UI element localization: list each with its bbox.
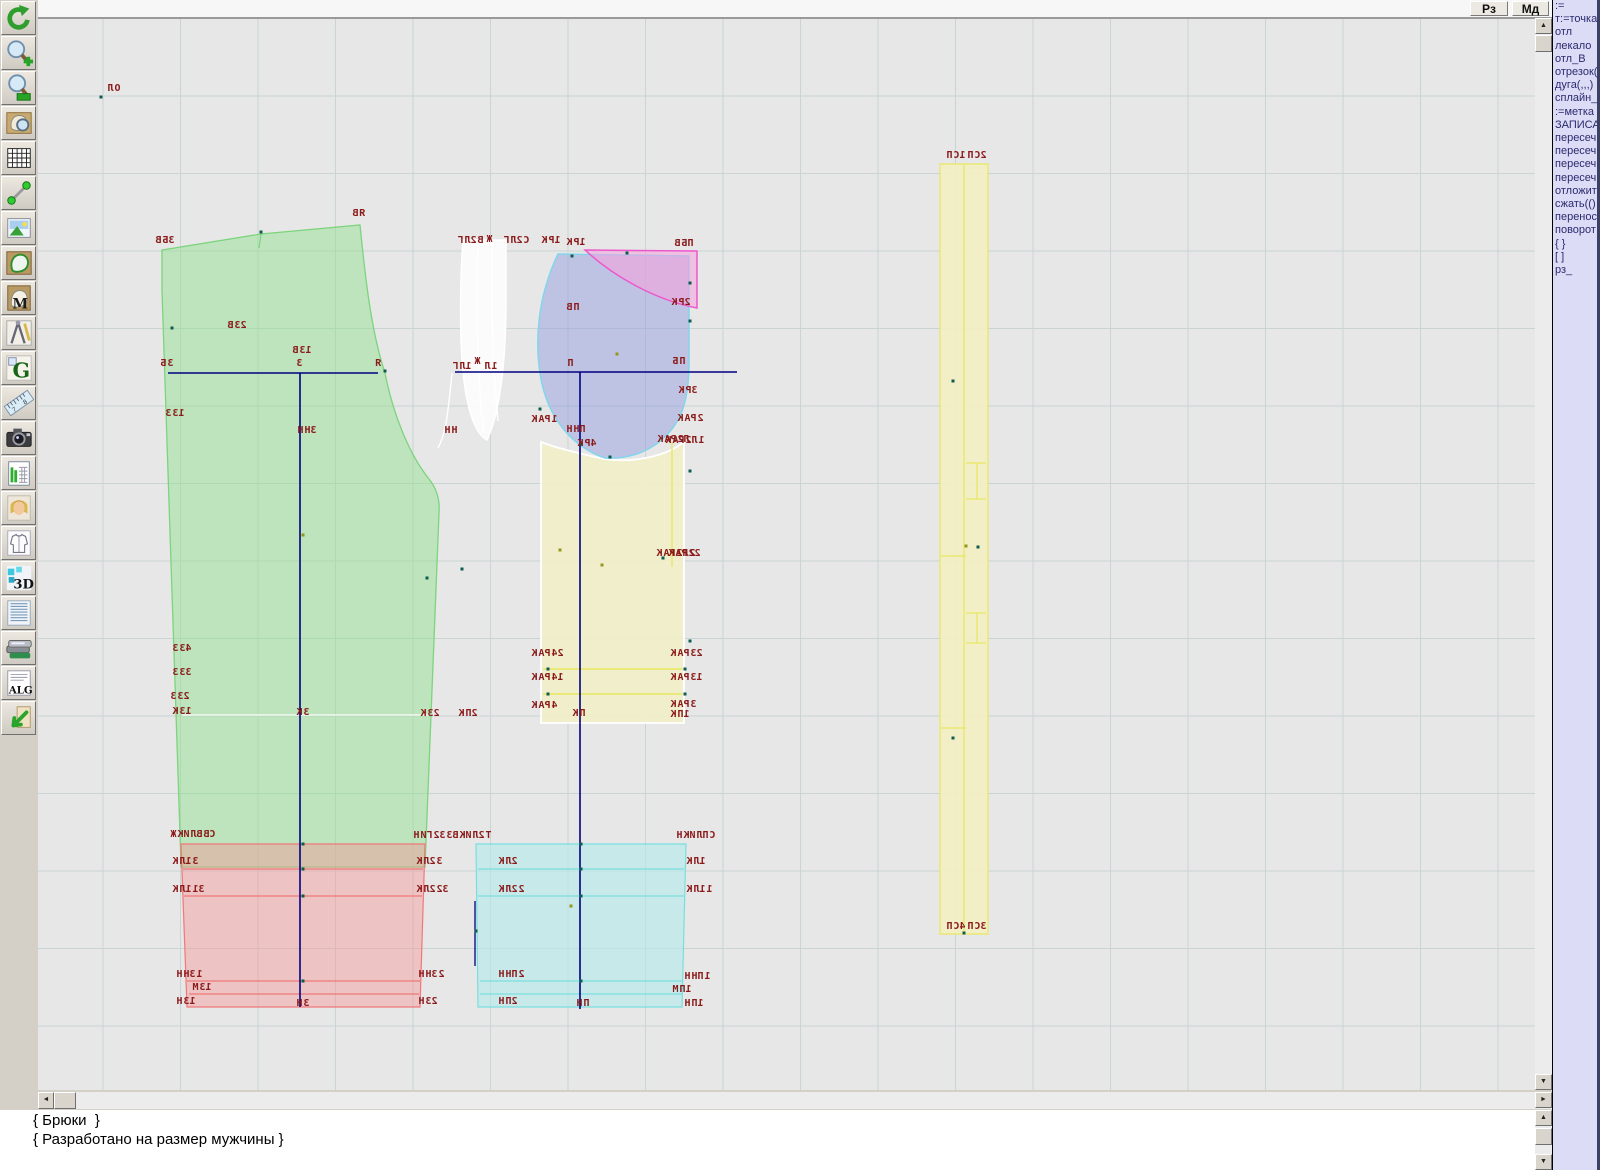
command-item[interactable]: рз_ <box>1553 264 1597 277</box>
garment-sketch-icon <box>4 528 34 558</box>
grid-icon <box>4 143 34 173</box>
zoom-out-button[interactable] <box>1 71 36 105</box>
command-item[interactable]: сжать(() <box>1553 198 1597 211</box>
zoom-out-icon <box>4 73 34 103</box>
size-list-button[interactable] <box>1 596 36 630</box>
command-item[interactable]: отл <box>1553 26 1597 39</box>
drafting-compass-icon <box>4 318 34 348</box>
plotter-icon <box>4 633 34 663</box>
garment-sketch-button[interactable] <box>1 526 36 560</box>
scroll-up-icon[interactable] <box>1535 18 1552 34</box>
pocket-piece[interactable] <box>541 442 684 723</box>
command-item[interactable]: дуга(,,,) <box>1553 79 1597 92</box>
command-item[interactable]: ЗАПИСА <box>1553 119 1597 132</box>
md-mode-button[interactable]: Мд <box>1512 1 1549 16</box>
grading-g-icon: G <box>4 353 34 383</box>
image-icon <box>4 213 34 243</box>
top-bar: Рз Мд <box>38 0 1552 18</box>
command-list-panel: :=т:=точкаотллекалоотл_Вотрезок(дуга(,,,… <box>1552 0 1600 1170</box>
canvas-hscroll-thumb[interactable] <box>54 1092 76 1109</box>
measure-tool-button[interactable] <box>1 176 36 210</box>
ruler-button[interactable]: 78 <box>1 386 36 420</box>
canvas-vscroll-thumb[interactable] <box>1535 35 1552 52</box>
canvas-vertical-scrollbar[interactable] <box>1535 18 1552 1090</box>
plotter-button[interactable] <box>1 631 36 665</box>
camera-icon <box>4 423 34 453</box>
export-button[interactable] <box>1 701 36 735</box>
image-button[interactable] <box>1 211 36 245</box>
command-item[interactable]: { } <box>1553 238 1597 251</box>
rz-mode-button[interactable]: Рз <box>1470 1 1508 16</box>
command-item[interactable]: отл_В <box>1553 53 1597 66</box>
command-item[interactable]: сплайн_ <box>1553 92 1597 105</box>
svg-text:G: G <box>12 358 30 382</box>
model-photo-button[interactable] <box>1 491 36 525</box>
command-item[interactable]: пересеч <box>1553 158 1597 171</box>
command-item[interactable]: лекало <box>1553 40 1597 53</box>
spec-table-button[interactable] <box>1 456 36 490</box>
command-item[interactable]: поворот <box>1553 224 1597 237</box>
grid-button[interactable] <box>1 141 36 175</box>
fly-piece[interactable] <box>461 240 506 440</box>
drafting-compass-button[interactable] <box>1 316 36 350</box>
console-line: { Брюки } <box>0 1110 1535 1129</box>
svg-text:ALG: ALG <box>7 684 32 696</box>
scroll-down-icon[interactable] <box>1535 1154 1552 1170</box>
pattern-piece-button[interactable] <box>1 246 36 280</box>
view-piece-button[interactable] <box>1 106 36 140</box>
undo-button[interactable] <box>1 1 36 35</box>
command-item[interactable]: пересеч <box>1553 145 1597 158</box>
tool-palette: M G 78 3D ALG <box>0 0 38 1090</box>
scroll-right-icon[interactable] <box>1535 1092 1552 1108</box>
grading-g-button[interactable]: G <box>1 351 36 385</box>
canvas-horizontal-scrollbar[interactable] <box>38 1092 1535 1109</box>
algorithm-icon: ALG <box>4 668 34 698</box>
export-icon <box>4 703 34 733</box>
camera-button[interactable] <box>1 421 36 455</box>
algorithm-button[interactable]: ALG <box>1 666 36 700</box>
spec-table-icon <box>4 458 34 488</box>
message-console: { Брюки } { Разработано на размер мужчин… <box>0 1110 1535 1170</box>
model-photo-icon <box>4 493 34 523</box>
zoom-in-icon <box>4 38 34 68</box>
command-item[interactable]: пересеч <box>1553 132 1597 145</box>
zoom-in-button[interactable] <box>1 36 36 70</box>
command-item[interactable]: т:=точка <box>1553 13 1597 26</box>
scroll-left-icon[interactable] <box>38 1092 54 1109</box>
command-item[interactable]: :=метка <box>1553 106 1597 119</box>
scroll-down-icon[interactable] <box>1535 1074 1552 1090</box>
command-item[interactable]: [ ] <box>1553 251 1597 264</box>
pattern-piece-icon <box>4 248 34 278</box>
size-list-icon <box>4 598 34 628</box>
command-item[interactable]: := <box>1553 0 1597 13</box>
pattern-m-icon: M <box>4 283 34 313</box>
canvas-scroll-corner[interactable] <box>1535 1092 1552 1109</box>
command-item[interactable]: перенос <box>1553 211 1597 224</box>
pattern-drawing[interactable] <box>38 19 1535 1091</box>
svg-text:M: M <box>12 296 28 312</box>
pattern-canvas[interactable]: ЛОВЯВБЗВЗ2ВЗ1БЗЗЯЗЗ1ННЗННЗЗ4ЗЗ3ЗЗ2КЗ1КЗК… <box>38 18 1535 1090</box>
console-scrollbar[interactable] <box>1535 1110 1552 1170</box>
console-line: { Разработано на размер мужчины } <box>0 1129 1535 1148</box>
svg-text:3D: 3D <box>13 577 34 592</box>
ruler-icon: 78 <box>4 388 34 418</box>
scroll-up-icon[interactable] <box>1535 1110 1552 1126</box>
measure-tool-icon <box>4 178 34 208</box>
3d-icon: 3D <box>4 563 34 593</box>
view-piece-icon <box>4 108 34 138</box>
command-item[interactable]: отрезок( <box>1553 66 1597 79</box>
command-item[interactable]: пересеч <box>1553 172 1597 185</box>
console-scroll-thumb[interactable] <box>1535 1128 1552 1145</box>
command-item[interactable]: отложит <box>1553 185 1597 198</box>
pattern-m-button[interactable]: M <box>1 281 36 315</box>
3d-button[interactable]: 3D <box>1 561 36 595</box>
undo-icon <box>4 3 34 33</box>
